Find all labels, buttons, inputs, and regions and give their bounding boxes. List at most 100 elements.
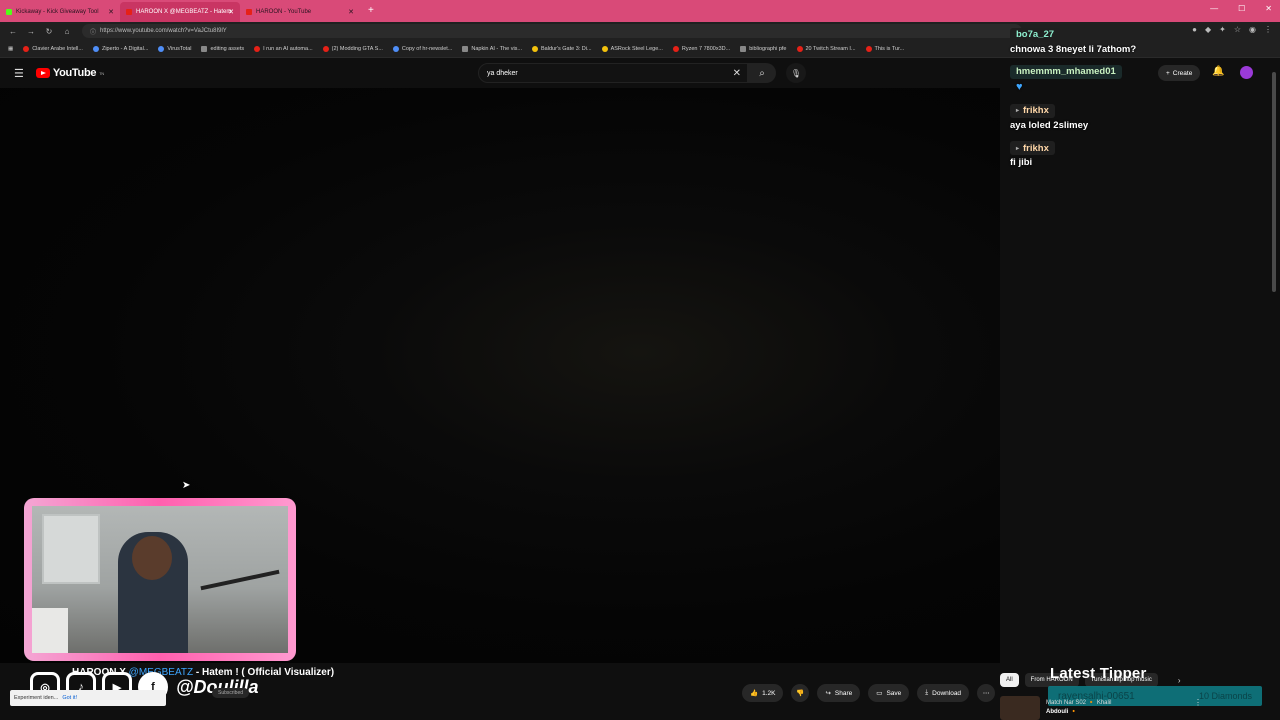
chat-badge-icon: ▸ — [1016, 145, 1020, 152]
search-input[interactable]: ya dheker ✕ — [478, 63, 748, 83]
bookmark-favicon-icon — [254, 45, 261, 52]
tab-close-icon[interactable]: ✕ — [228, 8, 234, 16]
account-avatar[interactable] — [1240, 66, 1253, 79]
heart-emote-icon: ♥ — [1016, 81, 1023, 93]
tab-close-icon[interactable]: ✕ — [108, 8, 114, 16]
menu-icon[interactable]: ☰ — [14, 67, 24, 80]
browser-tab-active[interactable]: HAROON X @MEGBEATZ - Hatem ✕ — [120, 2, 240, 22]
chip-all[interactable]: All — [1000, 673, 1019, 687]
save-button[interactable]: ▭ Save — [868, 684, 910, 702]
stream-chat-overlay: bo7a_27 chnowa 3 8neyet li 7athom? hmemm… — [1010, 24, 1210, 174]
webcam-radiator-shape — [32, 608, 68, 653]
video-actions: 👍 1.2K 👎 ↪ Share ▭ Save ⤓ Download ⋯ — [742, 684, 996, 702]
bookmark-item[interactable]: 20 Twitch Stream I... — [793, 45, 860, 52]
thumbs-up-icon: 👍 — [750, 690, 759, 697]
maximize-icon[interactable]: ☐ — [1238, 4, 1245, 13]
recommended-video-text: Match Nar S02 🔸 Khalil Abdouli 🔸 — [1046, 699, 1112, 717]
search-button[interactable]: ⌕ — [748, 63, 776, 83]
tipper-amount: 10 Diamonds — [1198, 691, 1252, 701]
browser-tab[interactable]: HAROON - YouTube ✕ — [240, 2, 360, 22]
video-thumbnail[interactable] — [1000, 696, 1040, 720]
puzzle-icon[interactable]: ✦ — [1219, 25, 1226, 34]
download-icon: ⤓ — [925, 689, 929, 696]
browser-tab[interactable]: Kickaway - Kick Giveaway Tool ✕ — [0, 2, 120, 22]
share-icon: ↪ — [825, 690, 831, 697]
scrollbar-thumb[interactable] — [1272, 72, 1276, 292]
chat-message: ▸ frikhx fi jibi — [1010, 137, 1210, 168]
recommended-video-channel: Abdouli 🔸 — [1046, 709, 1078, 715]
url-field[interactable]: ⓘ https://www.youtube.com/watch?v=VaJCtu… — [82, 24, 1022, 38]
bookmark-item[interactable]: Ziperto - A Digital... — [89, 45, 152, 52]
microphone-icon: 🎙 — [790, 68, 802, 78]
profile-icon[interactable]: ◉ — [1249, 25, 1256, 34]
bookmark-item[interactable]: Baldur's Gate 3: Di... — [528, 45, 596, 52]
bookmark-item[interactable]: Ryzen 7 7800x3D... — [669, 45, 734, 52]
forward-icon[interactable]: → — [26, 27, 36, 36]
video-menu-icon[interactable]: ⋮ — [1194, 698, 1202, 707]
tab-close-icon[interactable]: ✕ — [348, 8, 354, 16]
dislike-button[interactable]: 👎 — [791, 684, 810, 702]
tab-label: HAROON - YouTube — [256, 9, 312, 15]
back-icon[interactable]: ← — [8, 27, 18, 36]
chat-text: aya loled 2slimey — [1010, 119, 1089, 131]
bookmark-favicon-icon — [865, 45, 872, 52]
close-window-icon[interactable]: ✕ — [1265, 4, 1272, 13]
site-info-icon[interactable]: ⓘ — [90, 27, 96, 36]
chat-message: bo7a_27 chnowa 3 8neyet li 7athom? — [1010, 24, 1210, 55]
download-button[interactable]: ⤓ Download — [917, 684, 970, 702]
webcam-overlay — [24, 498, 296, 661]
bookmark-item[interactable]: ASRock Steel Lege... — [598, 45, 667, 52]
like-button[interactable]: 👍 1.2K — [742, 684, 784, 702]
home-icon[interactable]: ⌂ — [62, 27, 72, 36]
apps-icon[interactable]: ▦ — [4, 46, 17, 52]
voice-search-button[interactable]: 🎙 — [786, 63, 806, 83]
folder-icon — [201, 45, 208, 52]
browser-menu-icon[interactable]: ⋮ — [1264, 25, 1272, 34]
bookmark-favicon-icon — [462, 45, 469, 52]
chat-text: ♥ — [1010, 81, 1210, 93]
new-tab-icon[interactable]: + — [368, 2, 374, 22]
notifications-bell-icon[interactable]: 🔔 — [1212, 66, 1224, 77]
experiment-toast: Experiment iden... Got it! — [10, 690, 166, 706]
subscribed-button[interactable]: Subscribed — [212, 688, 250, 698]
url-text: https://www.youtube.com/watch?v=VaJCtu8I… — [100, 28, 227, 34]
toast-dismiss-button[interactable]: Got it! — [62, 695, 77, 701]
tab-label: Kickaway - Kick Giveaway Tool — [16, 9, 99, 15]
bookmark-item[interactable]: (2) Modding GTA S... — [319, 45, 387, 52]
share-button[interactable]: ↪ Share — [817, 684, 861, 702]
bookmark-favicon-icon — [158, 45, 165, 52]
reload-icon[interactable]: ↻ — [44, 27, 54, 36]
tab-label: HAROON X @MEGBEATZ - Hatem — [136, 9, 232, 15]
chevron-right-icon[interactable]: › — [1178, 676, 1181, 685]
youtube-favicon-icon — [126, 9, 132, 15]
thumbs-down-icon: 👎 — [796, 690, 805, 697]
clear-search-icon[interactable]: ✕ — [733, 68, 741, 79]
chat-badge-icon: ▸ — [1016, 108, 1020, 114]
search-icon: ⌕ — [759, 67, 765, 79]
bookmark-favicon-icon — [601, 45, 608, 52]
window-controls: — ☐ ✕ — [1210, 4, 1272, 13]
youtube-logo[interactable]: YouTube TN — [35, 67, 104, 79]
bookmark-item[interactable]: This is Tur... — [862, 45, 909, 52]
minimize-icon[interactable]: — — [1210, 4, 1218, 13]
bookmark-item[interactable]: VirusTotal — [154, 45, 195, 52]
bookmark-item[interactable]: Clavier Arabe Intell... — [19, 45, 87, 52]
browser-tab-bar: Kickaway - Kick Giveaway Tool ✕ HAROON X … — [0, 0, 1280, 22]
bookmark-folder[interactable]: bibliographi pfe — [736, 45, 790, 52]
bookmark-folder[interactable]: editing assets — [197, 45, 248, 52]
more-dots-icon: ⋯ — [982, 690, 990, 697]
streamer-head — [132, 536, 172, 580]
more-actions-button[interactable]: ⋯ — [977, 684, 996, 702]
bookmark-favicon-icon — [92, 45, 99, 52]
chat-user-badge: ▸ frikhx — [1010, 103, 1055, 118]
page-scrollbar[interactable] — [1272, 70, 1278, 710]
chat-message: hmemmm_mhamed01 ♥ — [1010, 61, 1210, 93]
kick-favicon-icon — [6, 9, 12, 15]
bookmark-favicon-icon — [322, 45, 329, 52]
youtube-play-icon — [35, 68, 50, 78]
bookmark-item[interactable]: I run an AI automa... — [250, 45, 317, 52]
bookmark-star-icon[interactable]: ☆ — [1234, 25, 1241, 34]
bookmark-item[interactable]: Napkin AI - The vis... — [458, 45, 526, 52]
recommended-video[interactable]: Match Nar S02 🔸 Khalil Abdouli 🔸 — [1000, 696, 1112, 720]
bookmark-item[interactable]: Copy of hr-newslet... — [389, 45, 456, 52]
